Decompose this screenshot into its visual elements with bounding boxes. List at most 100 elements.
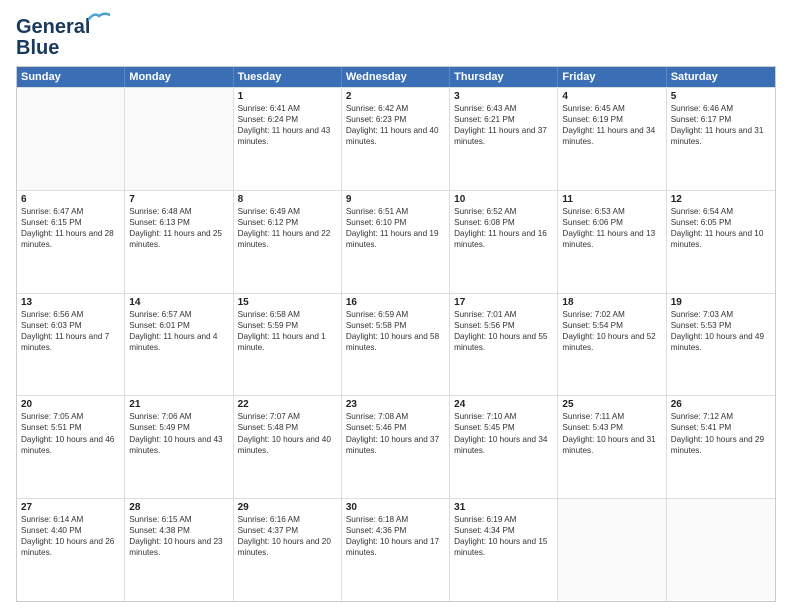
daylight-text: Daylight: 10 hours and 23 minutes. (129, 536, 228, 558)
sunrise-text: Sunrise: 6:46 AM (671, 103, 771, 114)
calendar-cell: 23Sunrise: 7:08 AMSunset: 5:46 PMDayligh… (342, 396, 450, 498)
header-day-wednesday: Wednesday (342, 67, 450, 87)
sunset-text: Sunset: 4:40 PM (21, 525, 120, 536)
sunrise-text: Sunrise: 6:59 AM (346, 309, 445, 320)
sunset-text: Sunset: 5:48 PM (238, 422, 337, 433)
day-number: 7 (129, 194, 228, 205)
calendar-cell: 9Sunrise: 6:51 AMSunset: 6:10 PMDaylight… (342, 191, 450, 293)
calendar-cell: 6Sunrise: 6:47 AMSunset: 6:15 PMDaylight… (17, 191, 125, 293)
daylight-text: Daylight: 10 hours and 17 minutes. (346, 536, 445, 558)
calendar-header: SundayMondayTuesdayWednesdayThursdayFrid… (17, 67, 775, 87)
day-number: 21 (129, 399, 228, 410)
calendar-cell: 17Sunrise: 7:01 AMSunset: 5:56 PMDayligh… (450, 294, 558, 396)
daylight-text: Daylight: 10 hours and 15 minutes. (454, 536, 553, 558)
sunset-text: Sunset: 5:49 PM (129, 422, 228, 433)
sunset-text: Sunset: 5:56 PM (454, 320, 553, 331)
daylight-text: Daylight: 11 hours and 40 minutes. (346, 125, 445, 147)
sunset-text: Sunset: 4:36 PM (346, 525, 445, 536)
sunrise-text: Sunrise: 6:57 AM (129, 309, 228, 320)
day-number: 15 (238, 297, 337, 308)
logo-text-blue: Blue (16, 37, 59, 60)
calendar-cell: 22Sunrise: 7:07 AMSunset: 5:48 PMDayligh… (234, 396, 342, 498)
day-number: 18 (562, 297, 661, 308)
daylight-text: Daylight: 11 hours and 22 minutes. (238, 228, 337, 250)
daylight-text: Daylight: 11 hours and 43 minutes. (238, 125, 337, 147)
sunrise-text: Sunrise: 7:11 AM (562, 411, 661, 422)
daylight-text: Daylight: 10 hours and 46 minutes. (21, 434, 120, 456)
logo-bird-icon (88, 12, 110, 26)
calendar-cell: 27Sunrise: 6:14 AMSunset: 4:40 PMDayligh… (17, 499, 125, 601)
day-number: 11 (562, 194, 661, 205)
calendar-cell: 25Sunrise: 7:11 AMSunset: 5:43 PMDayligh… (558, 396, 666, 498)
daylight-text: Daylight: 11 hours and 31 minutes. (671, 125, 771, 147)
sunset-text: Sunset: 5:43 PM (562, 422, 661, 433)
sunset-text: Sunset: 6:03 PM (21, 320, 120, 331)
sunrise-text: Sunrise: 7:01 AM (454, 309, 553, 320)
sunrise-text: Sunrise: 7:12 AM (671, 411, 771, 422)
sunset-text: Sunset: 6:24 PM (238, 114, 337, 125)
sunrise-text: Sunrise: 6:42 AM (346, 103, 445, 114)
calendar-cell: 24Sunrise: 7:10 AMSunset: 5:45 PMDayligh… (450, 396, 558, 498)
daylight-text: Daylight: 11 hours and 19 minutes. (346, 228, 445, 250)
daylight-text: Daylight: 10 hours and 40 minutes. (238, 434, 337, 456)
sunrise-text: Sunrise: 6:51 AM (346, 206, 445, 217)
calendar-cell: 11Sunrise: 6:53 AMSunset: 6:06 PMDayligh… (558, 191, 666, 293)
calendar-cell: 30Sunrise: 6:18 AMSunset: 4:36 PMDayligh… (342, 499, 450, 601)
day-number: 12 (671, 194, 771, 205)
daylight-text: Daylight: 11 hours and 25 minutes. (129, 228, 228, 250)
day-number: 8 (238, 194, 337, 205)
sunrise-text: Sunrise: 7:03 AM (671, 309, 771, 320)
sunrise-text: Sunrise: 6:14 AM (21, 514, 120, 525)
day-number: 4 (562, 91, 661, 102)
day-number: 27 (21, 502, 120, 513)
day-number: 22 (238, 399, 337, 410)
sunset-text: Sunset: 6:23 PM (346, 114, 445, 125)
calendar-cell: 5Sunrise: 6:46 AMSunset: 6:17 PMDaylight… (667, 88, 775, 190)
sunset-text: Sunset: 6:21 PM (454, 114, 553, 125)
calendar-cell: 3Sunrise: 6:43 AMSunset: 6:21 PMDaylight… (450, 88, 558, 190)
day-number: 29 (238, 502, 337, 513)
daylight-text: Daylight: 11 hours and 16 minutes. (454, 228, 553, 250)
day-number: 17 (454, 297, 553, 308)
sunset-text: Sunset: 6:01 PM (129, 320, 228, 331)
calendar-cell: 7Sunrise: 6:48 AMSunset: 6:13 PMDaylight… (125, 191, 233, 293)
calendar-cell: 4Sunrise: 6:45 AMSunset: 6:19 PMDaylight… (558, 88, 666, 190)
calendar-cell: 29Sunrise: 6:16 AMSunset: 4:37 PMDayligh… (234, 499, 342, 601)
sunrise-text: Sunrise: 6:52 AM (454, 206, 553, 217)
daylight-text: Daylight: 10 hours and 55 minutes. (454, 331, 553, 353)
sunrise-text: Sunrise: 6:18 AM (346, 514, 445, 525)
calendar-cell: 10Sunrise: 6:52 AMSunset: 6:08 PMDayligh… (450, 191, 558, 293)
calendar-body: 1Sunrise: 6:41 AMSunset: 6:24 PMDaylight… (17, 87, 775, 601)
calendar-cell: 16Sunrise: 6:59 AMSunset: 5:58 PMDayligh… (342, 294, 450, 396)
day-number: 3 (454, 91, 553, 102)
calendar-cell: 1Sunrise: 6:41 AMSunset: 6:24 PMDaylight… (234, 88, 342, 190)
calendar-cell: 12Sunrise: 6:54 AMSunset: 6:05 PMDayligh… (667, 191, 775, 293)
calendar-row-1: 1Sunrise: 6:41 AMSunset: 6:24 PMDaylight… (17, 87, 775, 190)
day-number: 6 (21, 194, 120, 205)
sunrise-text: Sunrise: 6:48 AM (129, 206, 228, 217)
day-number: 16 (346, 297, 445, 308)
daylight-text: Daylight: 11 hours and 10 minutes. (671, 228, 771, 250)
day-number: 30 (346, 502, 445, 513)
sunset-text: Sunset: 5:51 PM (21, 422, 120, 433)
day-number: 23 (346, 399, 445, 410)
logo: General Blue (16, 16, 90, 60)
sunset-text: Sunset: 5:59 PM (238, 320, 337, 331)
calendar: SundayMondayTuesdayWednesdayThursdayFrid… (16, 66, 776, 602)
daylight-text: Daylight: 10 hours and 43 minutes. (129, 434, 228, 456)
calendar-cell: 31Sunrise: 6:19 AMSunset: 4:34 PMDayligh… (450, 499, 558, 601)
header-day-saturday: Saturday (667, 67, 775, 87)
sunset-text: Sunset: 4:38 PM (129, 525, 228, 536)
header-day-tuesday: Tuesday (234, 67, 342, 87)
sunset-text: Sunset: 5:53 PM (671, 320, 771, 331)
sunrise-text: Sunrise: 6:56 AM (21, 309, 120, 320)
calendar-row-5: 27Sunrise: 6:14 AMSunset: 4:40 PM Dayligh… (17, 498, 775, 601)
calendar-cell (558, 499, 666, 601)
calendar-cell: 19Sunrise: 7:03 AMSunset: 5:53 PMDayligh… (667, 294, 775, 396)
sunrise-text: Sunrise: 7:10 AM (454, 411, 553, 422)
sunrise-text: Sunrise: 6:45 AM (562, 103, 661, 114)
header-day-friday: Friday (558, 67, 666, 87)
day-number: 14 (129, 297, 228, 308)
sunrise-text: Sunrise: 6:53 AM (562, 206, 661, 217)
day-number: 31 (454, 502, 553, 513)
